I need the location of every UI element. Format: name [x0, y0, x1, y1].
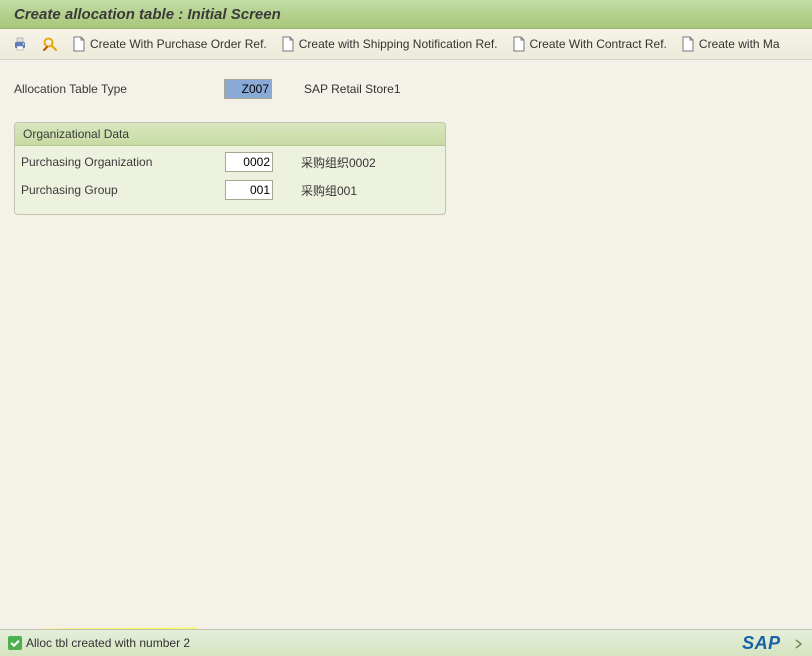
- alloc-type-row: Allocation Table Type SAP Retail Store1: [14, 78, 798, 100]
- alloc-type-input[interactable]: [224, 79, 272, 99]
- purch-org-label: Purchasing Organization: [21, 155, 225, 169]
- document-icon: [681, 36, 695, 52]
- create-with-po-button[interactable]: Create With Purchase Order Ref.: [72, 36, 267, 52]
- print-icon[interactable]: [12, 36, 28, 52]
- page-title: Create allocation table : Initial Screen: [14, 6, 281, 23]
- purch-grp-row: Purchasing Group 采购组001: [21, 178, 439, 202]
- purch-org-input[interactable]: [225, 152, 273, 172]
- create-with-contract-button[interactable]: Create With Contract Ref.: [512, 36, 667, 52]
- content-area: Allocation Table Type SAP Retail Store1 …: [0, 60, 812, 215]
- purch-grp-input[interactable]: [225, 180, 273, 200]
- create-with-ma-label: Create with Ma: [699, 37, 780, 51]
- create-with-shipping-button[interactable]: Create with Shipping Notification Ref.: [281, 36, 498, 52]
- create-with-contract-label: Create With Contract Ref.: [530, 37, 667, 51]
- create-with-shipping-label: Create with Shipping Notification Ref.: [299, 37, 498, 51]
- chevron-right-icon[interactable]: [794, 638, 804, 652]
- status-message: Alloc tbl created with number 2: [26, 636, 190, 650]
- toolbar: Create With Purchase Order Ref. Create w…: [0, 29, 812, 60]
- success-icon: [8, 636, 22, 650]
- document-icon: [72, 36, 86, 52]
- title-bar: Create allocation table : Initial Screen: [0, 0, 812, 29]
- alloc-type-label: Allocation Table Type: [14, 82, 224, 96]
- create-with-ma-button[interactable]: Create with Ma: [681, 36, 780, 52]
- document-icon: [281, 36, 295, 52]
- org-data-group: Organizational Data Purchasing Organizat…: [14, 122, 446, 215]
- branding: SAP: [742, 633, 804, 654]
- create-with-po-label: Create With Purchase Order Ref.: [90, 37, 267, 51]
- purch-grp-desc: 采购组001: [301, 182, 357, 199]
- purch-org-desc: 采购组织0002: [301, 154, 376, 171]
- status-bar: Alloc tbl created with number 2 SAP: [0, 629, 812, 656]
- status-left: Alloc tbl created with number 2: [8, 636, 190, 650]
- sap-logo: SAP: [742, 633, 787, 653]
- find-icon[interactable]: [42, 36, 58, 52]
- document-icon: [512, 36, 526, 52]
- purch-org-row: Purchasing Organization 采购组织0002: [21, 150, 439, 174]
- org-data-header: Organizational Data: [15, 123, 445, 146]
- alloc-type-desc: SAP Retail Store1: [304, 82, 401, 96]
- purch-grp-label: Purchasing Group: [21, 183, 225, 197]
